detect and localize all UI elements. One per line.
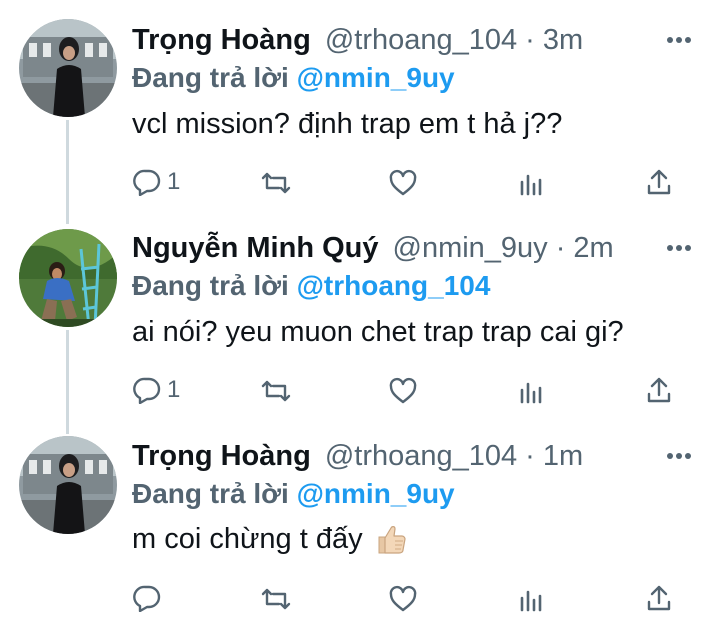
replying-to: Đang trả lời @trhoang_104	[132, 270, 490, 302]
like-button[interactable]	[388, 585, 418, 613]
tweet[interactable]: Nguyễn Minh Quý @nmin_9uy · 2m Đang trả …	[0, 210, 720, 420]
like-button[interactable]	[388, 169, 418, 197]
tweet[interactable]: Trọng Hoàng @trhoang_104 · 3m Đang trả l…	[0, 0, 720, 210]
replying-prefix: Đang trả lời	[132, 270, 289, 301]
display-name[interactable]: Nguyễn Minh Quý	[132, 232, 379, 265]
reply-count: 1	[167, 168, 181, 195]
like-icon	[389, 585, 417, 612]
analytics-button[interactable]	[518, 586, 544, 612]
mention-link[interactable]: @nmin_9uy	[297, 62, 455, 93]
avatar-image	[19, 19, 117, 117]
retweet-button[interactable]	[260, 586, 292, 612]
thumbs-up-icon	[375, 522, 409, 556]
analytics-icon	[520, 590, 542, 612]
display-name[interactable]: Trọng Hoàng	[132, 440, 311, 473]
username[interactable]: @nmin_9uy	[393, 232, 548, 265]
replying-to: Đang trả lời @nmin_9uy	[132, 62, 455, 94]
separator: ·	[555, 231, 566, 264]
username[interactable]: @trhoang_104	[325, 24, 517, 57]
avatar-image	[19, 436, 117, 534]
tweet-header: Trọng Hoàng @trhoang_104 · 3m	[132, 20, 650, 60]
like-button[interactable]	[388, 377, 418, 405]
share-icon	[647, 377, 671, 403]
more-icon[interactable]	[664, 25, 694, 55]
retweet-icon	[261, 588, 291, 610]
timestamp[interactable]: 3m	[543, 24, 583, 57]
separator: ·	[525, 439, 535, 472]
action-bar: 1	[0, 162, 720, 202]
tweet-text: vcl mission? định trap em t hả j??	[132, 108, 563, 140]
timestamp[interactable]: 1m	[543, 440, 583, 473]
reply-button[interactable]	[133, 584, 161, 612]
reply-count: 1	[167, 376, 181, 403]
share-button[interactable]	[646, 168, 672, 196]
analytics-button[interactable]	[518, 170, 544, 196]
analytics-button[interactable]	[518, 378, 544, 404]
more-icon[interactable]	[664, 233, 694, 263]
mention-link[interactable]: @nmin_9uy	[297, 478, 455, 509]
avatar-image	[19, 229, 117, 327]
replying-prefix: Đang trả lời	[132, 478, 289, 509]
analytics-icon	[520, 382, 542, 404]
share-button[interactable]	[646, 376, 672, 404]
share-icon	[647, 585, 671, 611]
like-icon	[389, 377, 417, 404]
action-bar: 1	[0, 370, 720, 410]
avatar[interactable]	[19, 436, 117, 534]
replying-prefix: Đang trả lời	[132, 62, 289, 93]
tweet[interactable]: Trọng Hoàng @trhoang_104 · 1m Đang trả l…	[0, 420, 720, 620]
reply-icon	[133, 169, 161, 196]
display-name[interactable]: Trọng Hoàng	[132, 24, 311, 57]
share-icon	[647, 169, 671, 195]
mention-link[interactable]: @trhoang_104	[297, 270, 491, 301]
tweet-text: ai nói? yeu muon chet trap trap cai gi?	[132, 316, 624, 348]
tweet-header: Trọng Hoàng @trhoang_104 · 1m	[132, 436, 650, 476]
tweet-header: Nguyễn Minh Quý @nmin_9uy · 2m	[132, 228, 650, 268]
avatar[interactable]	[19, 229, 117, 327]
like-icon	[389, 169, 417, 196]
retweet-button[interactable]	[260, 170, 292, 196]
tweet-text-content: m coi chừng t đấy	[132, 522, 363, 555]
retweet-icon	[261, 172, 291, 194]
analytics-icon	[520, 174, 542, 196]
reply-icon	[133, 377, 161, 404]
replying-to: Đang trả lời @nmin_9uy	[132, 478, 455, 510]
retweet-button[interactable]	[260, 378, 292, 404]
timestamp[interactable]: 2m	[573, 232, 613, 265]
username[interactable]: @trhoang_104	[325, 440, 517, 473]
avatar[interactable]	[19, 19, 117, 117]
tweet-text: m coi chừng t đấy	[132, 522, 409, 556]
retweet-icon	[261, 380, 291, 402]
action-bar	[0, 578, 720, 618]
more-icon[interactable]	[664, 441, 694, 471]
reply-icon	[133, 585, 161, 612]
share-button[interactable]	[646, 584, 672, 612]
reply-button[interactable]: 1	[133, 376, 180, 404]
reply-button[interactable]: 1	[133, 168, 180, 196]
separator: ·	[525, 23, 535, 56]
